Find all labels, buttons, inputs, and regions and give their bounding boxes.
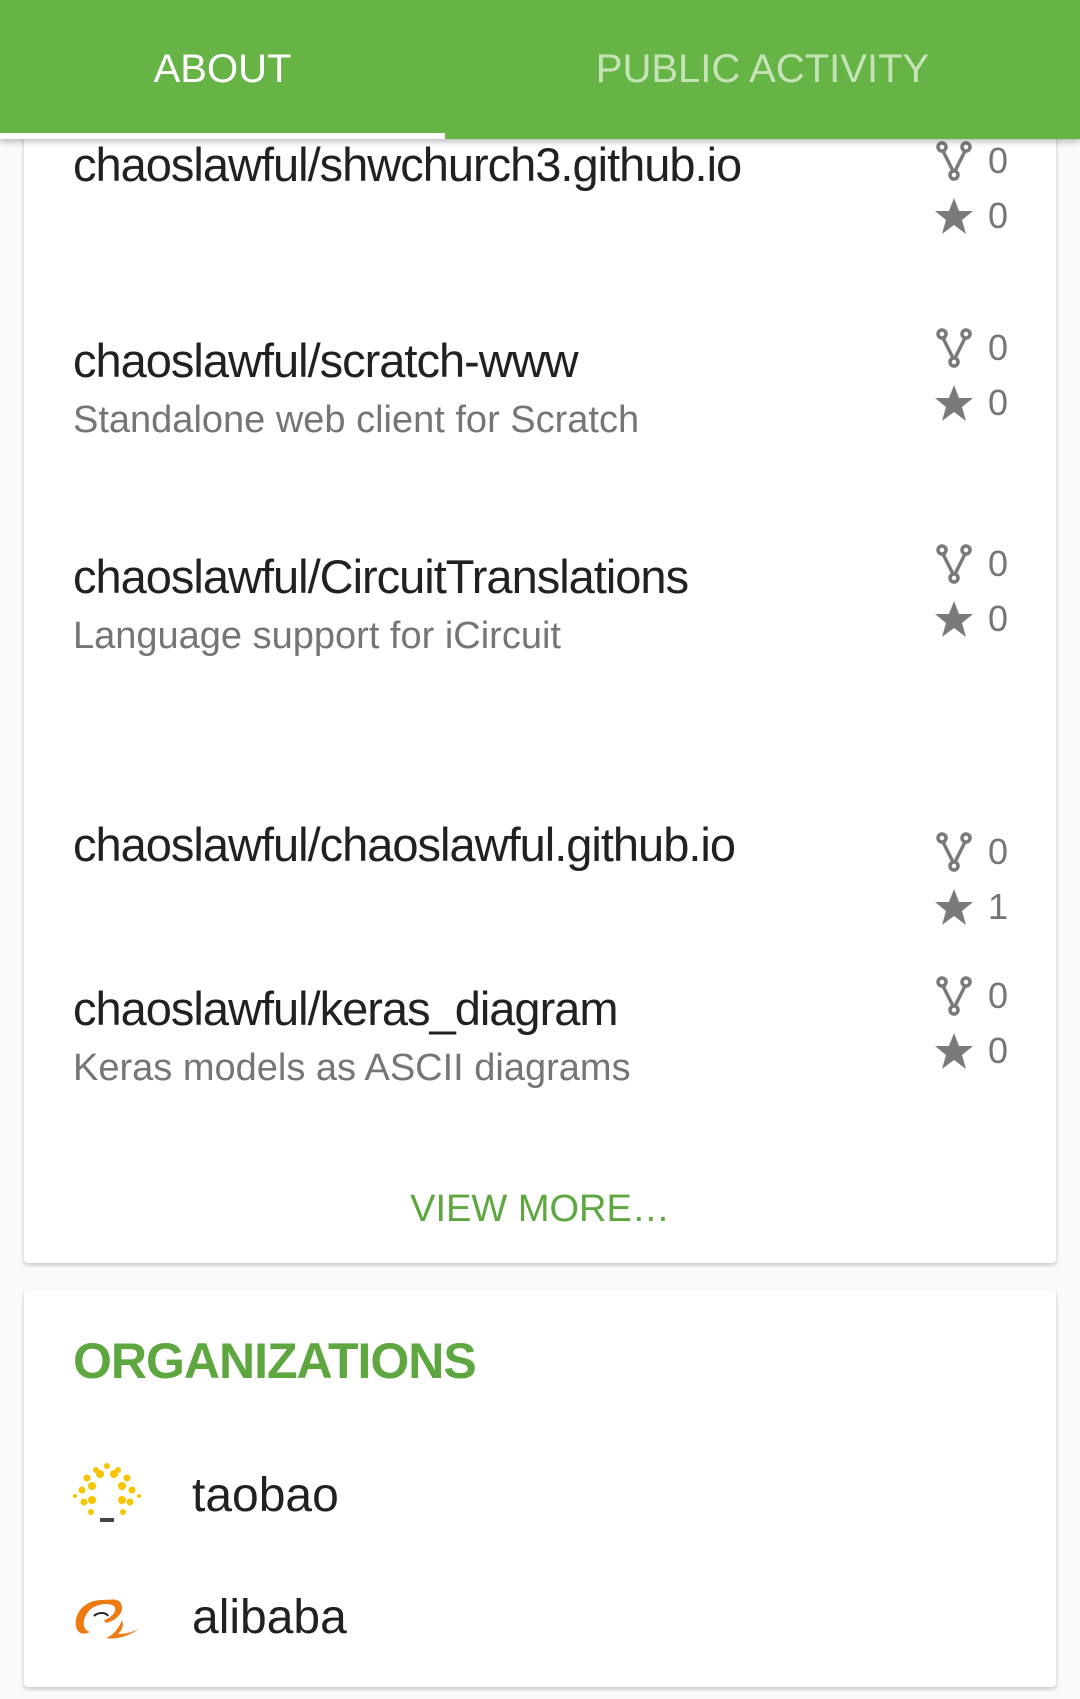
star-count-value: 0 (988, 1030, 1009, 1071)
fork-count: 0 (934, 136, 1054, 186)
star-icon (934, 1031, 974, 1071)
taobao-logo (73, 1463, 141, 1522)
repo-description: Language support for iCircuit (73, 615, 561, 657)
star-icon (934, 887, 974, 927)
fork-count: 0 (934, 827, 1054, 877)
fork-icon (934, 832, 974, 872)
star-count-value: 0 (988, 195, 1009, 236)
repo-item[interactable]: chaoslawful/scratch-www Standalone web cl… (24, 327, 1056, 507)
star-icon (934, 196, 974, 236)
repo-name: chaoslawful/scratch-www (73, 334, 579, 387)
organizations-heading: ORGANIZATIONS (73, 1333, 477, 1389)
org-item-taobao[interactable]: taobao (24, 1445, 1056, 1545)
star-count-value: 0 (988, 598, 1009, 639)
star-icon (934, 383, 974, 423)
fork-count-value: 0 (988, 975, 1009, 1016)
fork-count: 0 (934, 323, 1054, 373)
org-name: alibaba (192, 1590, 347, 1644)
repo-name: chaoslawful/shwchurch3.github.io (73, 138, 742, 191)
star-count: 0 (934, 378, 1054, 428)
fork-count: 0 (934, 971, 1054, 1021)
star-count-value: 0 (988, 382, 1009, 423)
repo-item[interactable]: chaoslawful/shwchurch3.github.io 0 0 (24, 138, 1056, 320)
repo-name: chaoslawful/CircuitTranslations (73, 550, 689, 603)
repo-description: Standalone web client for Scratch (73, 399, 640, 441)
view-more-button[interactable]: VIEW MORE… (24, 1188, 1056, 1231)
fork-icon (934, 141, 974, 181)
star-count: 0 (934, 1026, 1054, 1076)
repo-name: chaoslawful/keras_diagram (73, 982, 619, 1035)
star-count: 0 (934, 594, 1054, 644)
repositories-card: chaoslawful/shwchurch3.github.io 0 0 chaosl… (24, 100, 1056, 1263)
org-item-alibaba[interactable]: alibaba (24, 1567, 1056, 1667)
fork-count-value: 0 (988, 327, 1009, 368)
fork-count-value: 0 (988, 140, 1009, 181)
fork-count-value: 0 (988, 831, 1009, 872)
star-icon (934, 599, 974, 639)
star-count: 1 (934, 882, 1054, 932)
tab-indicator (0, 133, 445, 139)
alibaba-logo (75, 1599, 140, 1639)
fork-icon (934, 976, 974, 1016)
tab-about[interactable]: ABOUT (0, 0, 545, 139)
tab-public-activity[interactable]: PUBLIC ACTIVITY (540, 0, 985, 139)
tab-bar: ABOUT PUBLIC ACTIVITY (0, 0, 1080, 139)
repo-description: Keras models as ASCII diagrams (73, 1047, 631, 1089)
fork-count: 0 (934, 539, 1054, 589)
org-name: taobao (192, 1468, 339, 1522)
star-count: 0 (934, 191, 1054, 241)
organizations-card: ORGANIZATIONS taobao alibaba (24, 1290, 1056, 1687)
fork-count-value: 0 (988, 543, 1009, 584)
repo-item[interactable]: chaoslawful/chaoslawful.github.io 0 1 (24, 787, 1056, 967)
fork-icon (934, 544, 974, 584)
repo-item[interactable]: chaoslawful/keras_diagram Keras models as… (24, 975, 1056, 1155)
repo-name: chaoslawful/chaoslawful.github.io (73, 818, 736, 871)
repo-item[interactable]: chaoslawful/CircuitTranslations Language … (24, 543, 1056, 723)
fork-icon (934, 328, 974, 368)
star-count-value: 1 (988, 886, 1009, 927)
